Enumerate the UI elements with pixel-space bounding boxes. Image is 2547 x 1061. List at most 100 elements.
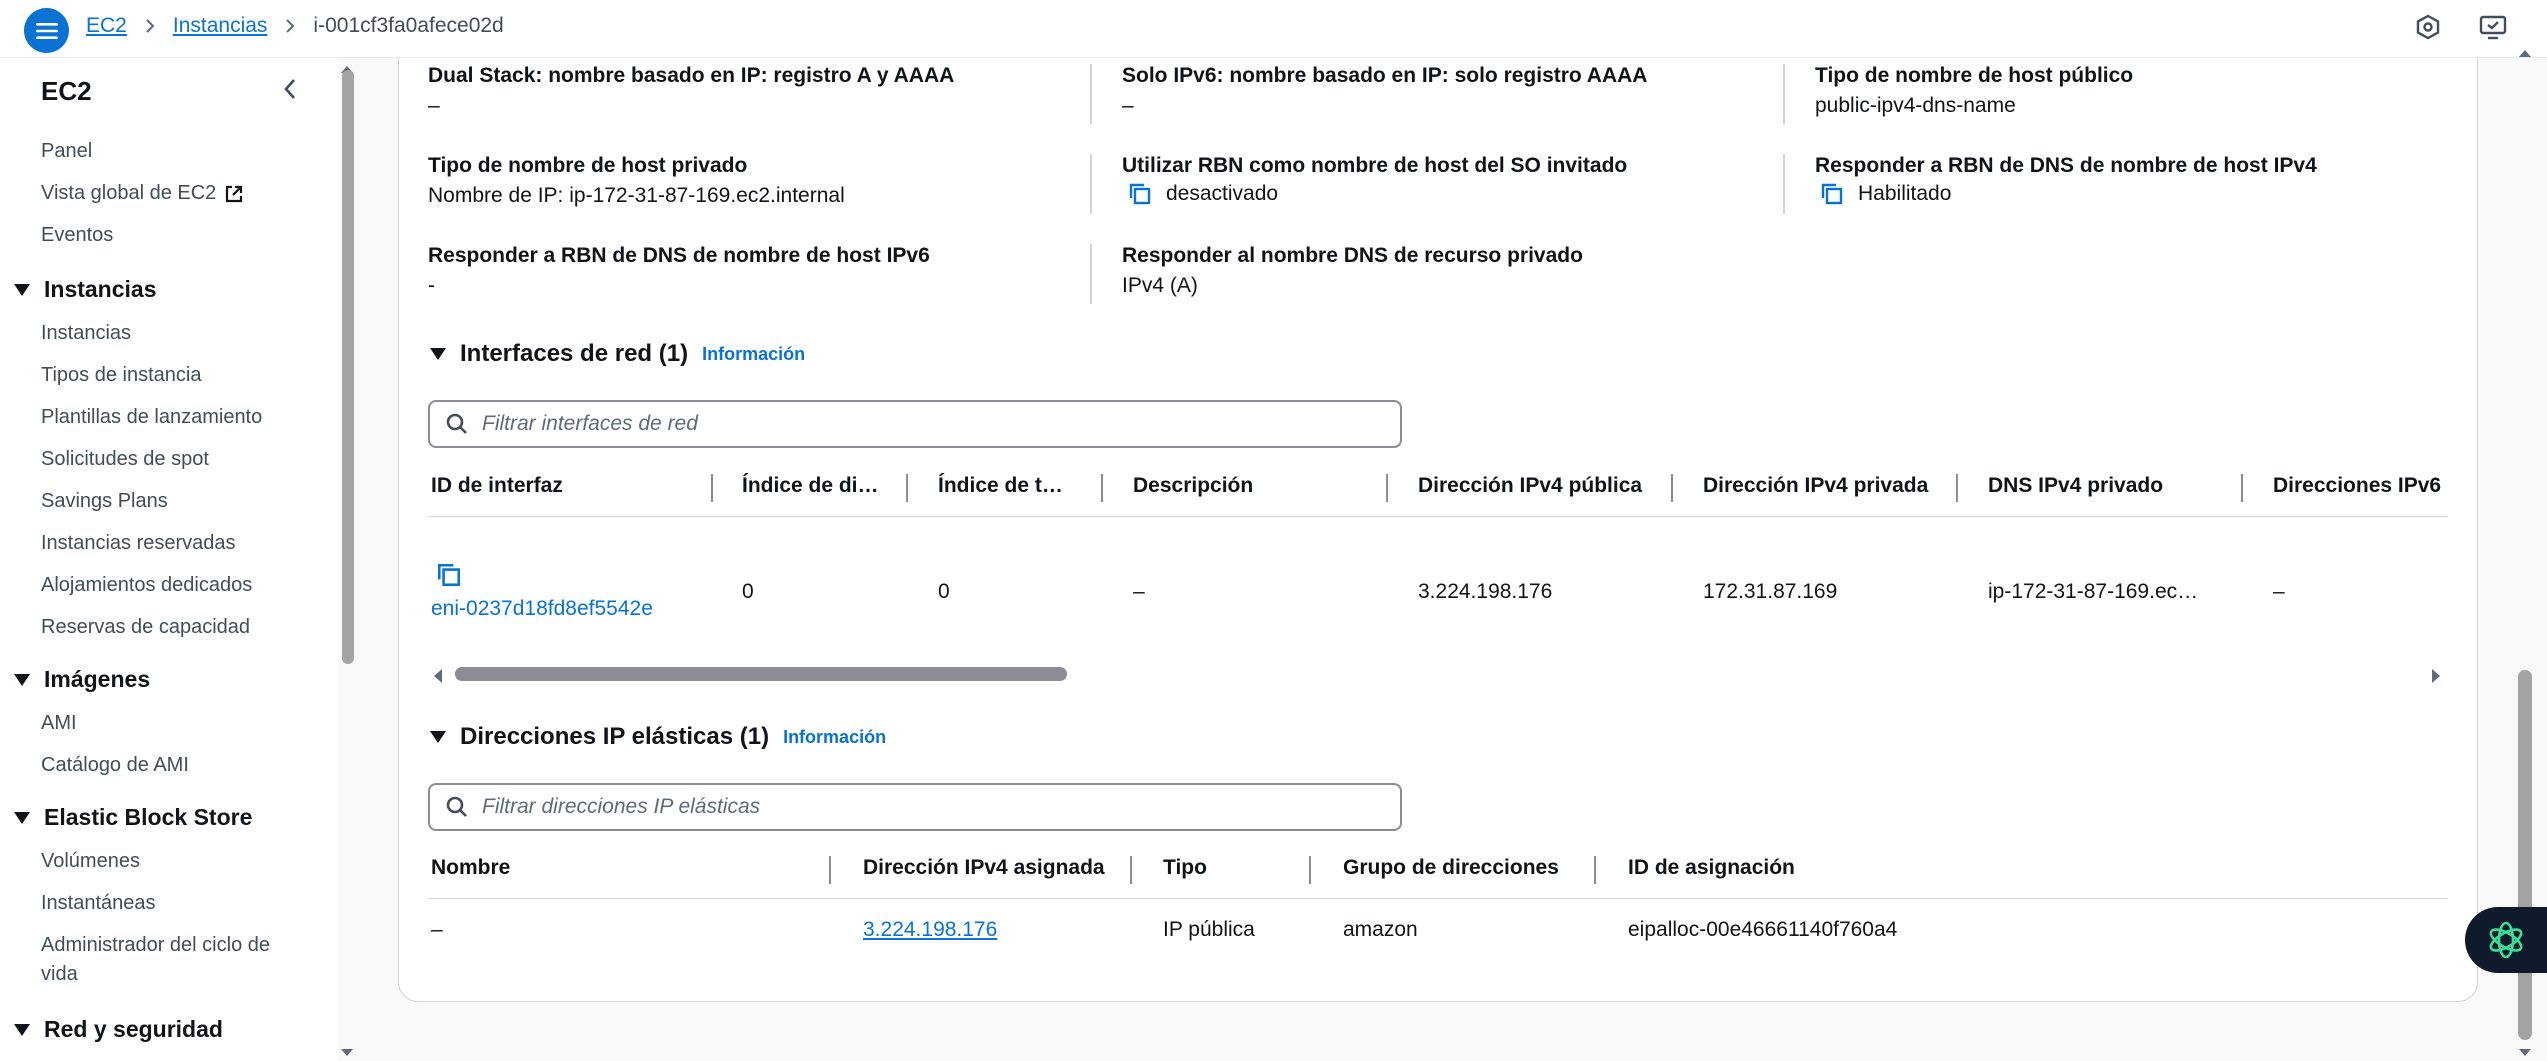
sidebar-section-instancias[interactable]: Instancias (14, 276, 157, 303)
column-header[interactable]: Direcciones IPv6 (2273, 474, 2441, 498)
table-cell: 3.224.198.176 (1418, 580, 1553, 603)
column-resizer[interactable] (1956, 474, 1958, 502)
scroll-down-icon[interactable] (2518, 1040, 2532, 1061)
sidebar-item-instantaneas[interactable]: Instantáneas (41, 892, 156, 915)
horizontal-scroll-thumb[interactable] (455, 667, 1067, 681)
table-cell: amazon (1343, 918, 1418, 941)
detail-label: Responder al nombre DNS de recurso priva… (1122, 244, 1583, 267)
chevron-left-icon[interactable] (283, 78, 297, 106)
caret-down-icon (14, 1023, 30, 1036)
column-resizer[interactable] (2241, 474, 2243, 502)
column-resizer[interactable] (1594, 856, 1596, 884)
sidebar-item-plantillas[interactable]: Plantillas de lanzamiento (41, 406, 262, 429)
copy-icon[interactable] (436, 562, 462, 594)
network-interfaces-header[interactable]: Interfaces de red (1) Información (430, 340, 805, 368)
section-label: Imágenes (44, 666, 151, 692)
column-resizer[interactable] (906, 474, 908, 502)
caret-down-icon (14, 283, 30, 296)
section-label: Instancias (44, 276, 157, 302)
column-resizer[interactable] (711, 474, 713, 502)
sparkle-icon (2489, 921, 2523, 959)
column-resizer[interactable] (829, 856, 831, 884)
sidebar-item-tipos-de-instancia[interactable]: Tipos de instancia (41, 364, 201, 387)
detail-label: Tipo de nombre de host privado (428, 154, 748, 177)
column-header[interactable]: Dirección IPv4 pública (1418, 474, 1642, 498)
sidebar-item-ami[interactable]: AMI (41, 712, 77, 735)
external-link-icon (226, 185, 243, 202)
display-settings-icon[interactable] (2479, 14, 2507, 46)
column-header[interactable]: Tipo (1163, 856, 1207, 880)
detail-value: Nombre de IP: ip-172-31-87-169.ec2.inter… (428, 184, 845, 207)
sidebar-item-reservas-capacidad[interactable]: Reservas de capacidad (41, 616, 250, 639)
column-divider (1090, 244, 1092, 304)
scroll-left-icon[interactable] (432, 666, 444, 690)
table-cell: 0 (742, 580, 754, 603)
column-resizer[interactable] (1386, 474, 1388, 502)
sidebar-item-administrador-ciclo[interactable]: Administrador del ciclo de (41, 934, 270, 957)
column-header[interactable]: Dirección IPv4 asignada (863, 856, 1105, 880)
sidebar-item-instancias[interactable]: Instancias (41, 322, 131, 345)
sidebar-item-panel[interactable]: Panel (41, 140, 92, 163)
sidebar-section-ebs[interactable]: Elastic Block Store (14, 804, 252, 831)
menu-button[interactable] (24, 8, 69, 53)
scroll-down-icon[interactable] (340, 1040, 354, 1061)
network-filter[interactable] (428, 400, 1402, 448)
sidebar-item-solicitudes-spot[interactable]: Solicitudes de spot (41, 448, 209, 471)
top-navigation: EC2 Instancias i-001cf3fa0afece02d (0, 0, 2547, 58)
chevron-right-icon (145, 18, 155, 34)
page-scrollbar[interactable] (2518, 670, 2532, 1040)
column-header[interactable]: Descripción (1133, 474, 1253, 498)
detail-label: Tipo de nombre de host público (1815, 64, 2134, 87)
scroll-right-icon[interactable] (2430, 666, 2442, 690)
elastic-ip-filter-input[interactable] (482, 795, 1342, 819)
section-label: Red y seguridad (44, 1016, 223, 1042)
column-header[interactable]: DNS IPv4 privado (1988, 474, 2163, 498)
info-link[interactable]: Información (702, 344, 805, 365)
elastic-ip-filter[interactable] (428, 783, 1402, 831)
sidebar-item-volumenes[interactable]: Volúmenes (41, 850, 140, 873)
column-header[interactable]: Dirección IPv4 privada (1703, 474, 1928, 498)
assistant-button[interactable] (2465, 907, 2547, 973)
table-cell: – (431, 918, 443, 941)
sidebar-section-red-seguridad[interactable]: Red y seguridad (14, 1016, 223, 1043)
column-resizer[interactable] (1671, 474, 1673, 502)
sidebar-item-administrador-ciclo-cont[interactable]: vida (41, 963, 78, 986)
sidebar-scrollbar[interactable] (342, 70, 354, 664)
sidebar-item-eventos[interactable]: Eventos (41, 224, 113, 247)
scroll-up-icon[interactable] (2518, 40, 2532, 64)
column-header[interactable]: Índice de di… (742, 474, 879, 498)
sidebar-item-instancias-reservadas[interactable]: Instancias reservadas (41, 532, 236, 555)
column-divider (1090, 64, 1092, 124)
column-header[interactable]: ID de interfaz (431, 474, 563, 498)
table-cell: – (2273, 580, 2285, 603)
search-icon (446, 413, 467, 434)
elastic-ip-header[interactable]: Direcciones IP elásticas (1) Información (430, 723, 886, 751)
column-header[interactable]: Nombre (431, 856, 510, 880)
column-resizer[interactable] (1101, 474, 1103, 502)
sidebar-section-imagenes[interactable]: Imágenes (14, 666, 150, 693)
table-cell: ip-172-31-87-169.ec… (1988, 580, 2199, 603)
table-cell: eipalloc-00e46661140f760a4 (1628, 918, 1898, 941)
detail-value: IPv4 (A) (1122, 274, 1198, 297)
detail-value: – (428, 94, 440, 117)
sidebar-item-catalogo-ami[interactable]: Catálogo de AMI (41, 754, 189, 777)
sidebar-item-alojamientos[interactable]: Alojamientos dedicados (41, 574, 252, 597)
copy-icon[interactable] (1820, 182, 1844, 206)
sidebar-item-vista-global[interactable]: Vista global de EC2 (41, 182, 244, 205)
column-resizer[interactable] (1309, 856, 1311, 884)
column-header[interactable]: ID de asignación (1628, 856, 1795, 880)
copy-icon[interactable] (1128, 182, 1152, 206)
breadcrumb-instancias[interactable]: Instancias (173, 14, 268, 38)
sidebar-item-savings-plans[interactable]: Savings Plans (41, 490, 168, 513)
column-resizer[interactable] (1130, 856, 1132, 884)
breadcrumb-ec2[interactable]: EC2 (86, 14, 127, 38)
column-header[interactable]: Grupo de direcciones (1343, 856, 1559, 880)
notifications-icon[interactable] (2415, 14, 2441, 46)
section-title: Direcciones IP elásticas (1) (460, 723, 770, 750)
column-header[interactable]: Índice de t… (938, 474, 1063, 498)
network-filter-input[interactable] (482, 412, 1342, 436)
detail-value-copy: desactivado (1128, 182, 1278, 206)
info-link[interactable]: Información (783, 727, 886, 748)
interface-id-link[interactable]: eni-0237d18fd8ef5542e (431, 597, 653, 621)
elastic-ip-link[interactable]: 3.224.198.176 (863, 918, 997, 942)
